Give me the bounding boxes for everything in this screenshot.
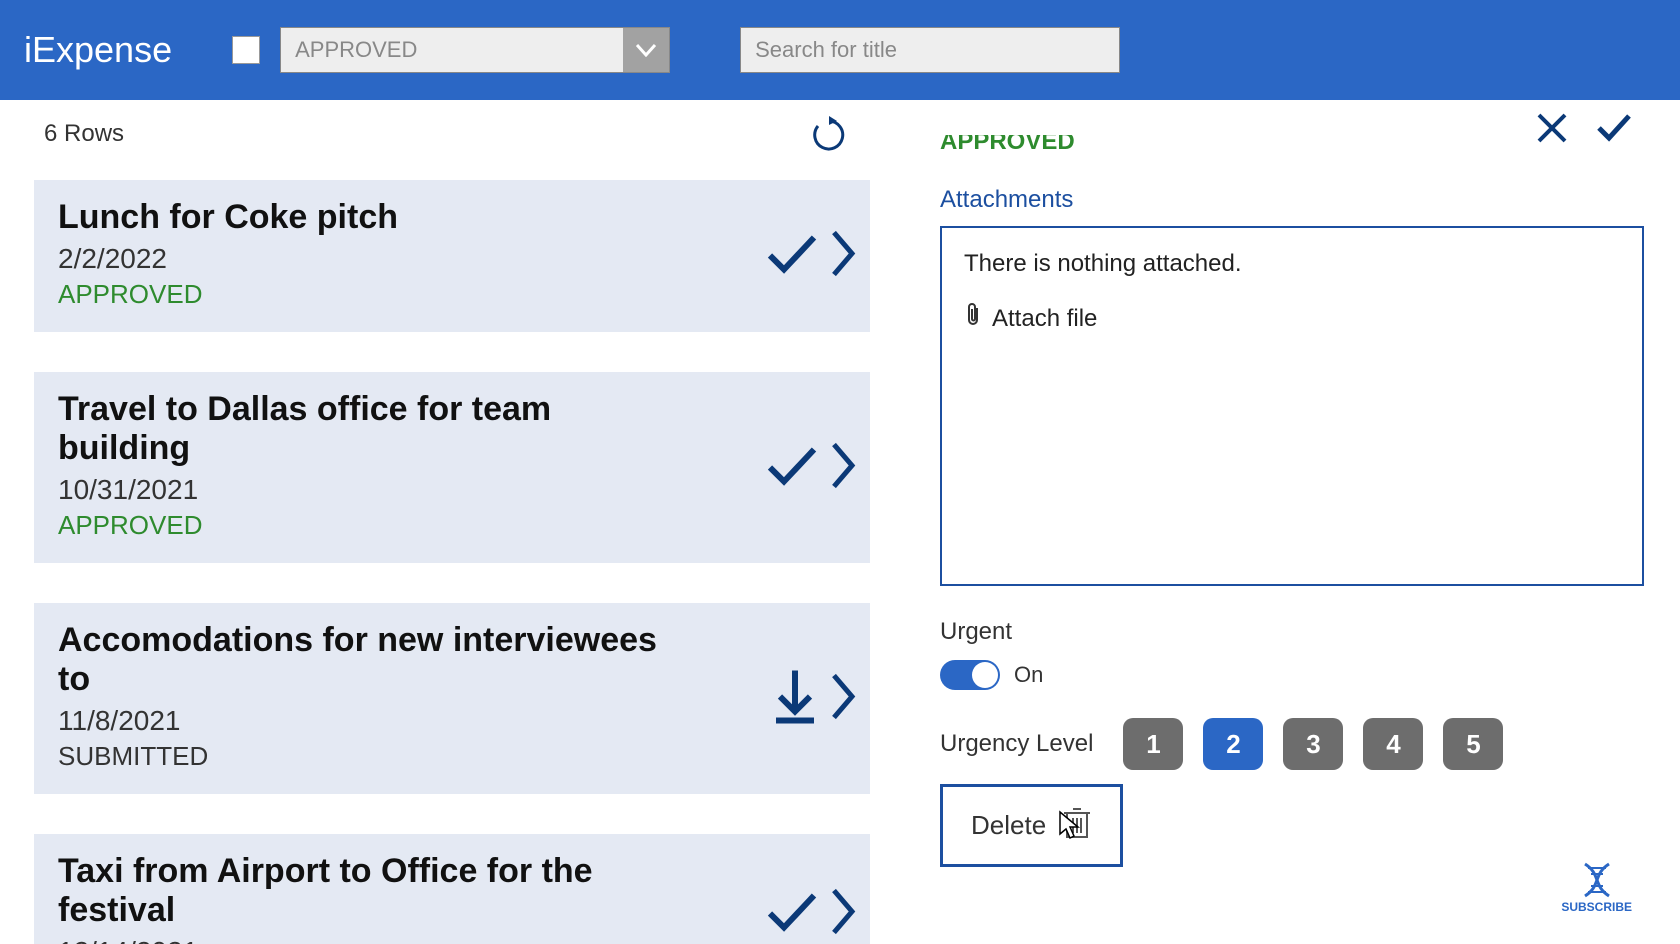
list-item[interactable]: Taxi from Airport to Office for the fest… bbox=[34, 834, 870, 944]
rows-count-label: 6 Rows bbox=[0, 120, 890, 148]
delete-button[interactable]: Delete bbox=[940, 784, 1123, 867]
chevron-right-icon[interactable] bbox=[830, 440, 856, 495]
detail-pane: APPROVED Attachments There is nothing at… bbox=[890, 100, 1680, 944]
urgency-level-label: Urgency Level bbox=[940, 730, 1093, 758]
urgent-label: Urgent bbox=[940, 618, 1644, 646]
urgency-level-4[interactable]: 4 bbox=[1363, 718, 1423, 770]
filter-checkbox[interactable] bbox=[232, 36, 260, 64]
list-item[interactable]: Travel to Dallas office for team buildin… bbox=[34, 372, 870, 563]
dna-icon bbox=[1577, 860, 1617, 900]
chevron-down-icon[interactable] bbox=[623, 28, 669, 72]
app-header: iExpense APPROVED bbox=[0, 0, 1680, 100]
expense-list[interactable]: Lunch for Coke pitch 2/2/2022 APPROVED T… bbox=[34, 180, 870, 944]
left-pane: 6 Rows Lunch for Coke pitch 2/2/2022 APP… bbox=[0, 100, 890, 944]
subscribe-label: SUBSCRIBE bbox=[1561, 900, 1632, 914]
row-status: APPROVED bbox=[58, 510, 846, 541]
urgency-level-3[interactable]: 3 bbox=[1283, 718, 1343, 770]
attach-file-label: Attach file bbox=[992, 305, 1097, 333]
row-status: SUBMITTED bbox=[58, 741, 846, 772]
row-title: Lunch for Coke pitch bbox=[58, 198, 678, 237]
attach-file-button[interactable]: Attach file bbox=[964, 302, 1620, 335]
urgency-level-group: 1 2 3 4 5 bbox=[1123, 718, 1503, 770]
row-date: 2/2/2022 bbox=[58, 243, 846, 275]
row-title: Accomodations for new interviewees to bbox=[58, 621, 678, 699]
subscribe-badge[interactable]: SUBSCRIBE bbox=[1561, 860, 1632, 914]
urgent-toggle[interactable] bbox=[940, 660, 1000, 690]
check-icon[interactable] bbox=[764, 890, 820, 939]
attachments-box[interactable]: There is nothing attached. Attach file bbox=[940, 226, 1644, 586]
status-filter-dropdown[interactable]: APPROVED bbox=[280, 27, 670, 73]
delete-label: Delete bbox=[971, 810, 1046, 841]
urgent-toggle-value: On bbox=[1014, 662, 1043, 688]
row-title: Travel to Dallas office for team buildin… bbox=[58, 390, 678, 468]
attachments-empty-text: There is nothing attached. bbox=[964, 250, 1620, 278]
row-status: APPROVED bbox=[58, 279, 846, 310]
refresh-icon[interactable] bbox=[810, 116, 848, 159]
urgency-level-2[interactable]: 2 bbox=[1203, 718, 1263, 770]
row-date: 11/8/2021 bbox=[58, 705, 846, 737]
list-item[interactable]: Lunch for Coke pitch 2/2/2022 APPROVED bbox=[34, 180, 870, 332]
row-date: 12/14/2021 bbox=[58, 936, 846, 944]
list-item[interactable]: Accomodations for new interviewees to 11… bbox=[34, 603, 870, 794]
main-content: 6 Rows Lunch for Coke pitch 2/2/2022 APP… bbox=[0, 100, 1680, 944]
chevron-right-icon[interactable] bbox=[830, 229, 856, 284]
status-filter-text: APPROVED bbox=[281, 28, 623, 72]
check-icon[interactable] bbox=[764, 443, 820, 492]
paperclip-icon bbox=[964, 302, 982, 335]
attachments-label: Attachments bbox=[940, 186, 1644, 214]
download-icon[interactable] bbox=[770, 666, 820, 731]
check-icon[interactable] bbox=[764, 232, 820, 281]
trash-icon bbox=[1062, 805, 1092, 846]
row-date: 10/31/2021 bbox=[58, 474, 846, 506]
search-input[interactable] bbox=[740, 27, 1120, 73]
row-title: Taxi from Airport to Office for the fest… bbox=[58, 852, 678, 930]
chevron-right-icon[interactable] bbox=[830, 887, 856, 942]
chevron-right-icon[interactable] bbox=[830, 671, 856, 726]
app-title: iExpense bbox=[24, 29, 172, 71]
urgency-level-1[interactable]: 1 bbox=[1123, 718, 1183, 770]
urgency-level-5[interactable]: 5 bbox=[1443, 718, 1503, 770]
